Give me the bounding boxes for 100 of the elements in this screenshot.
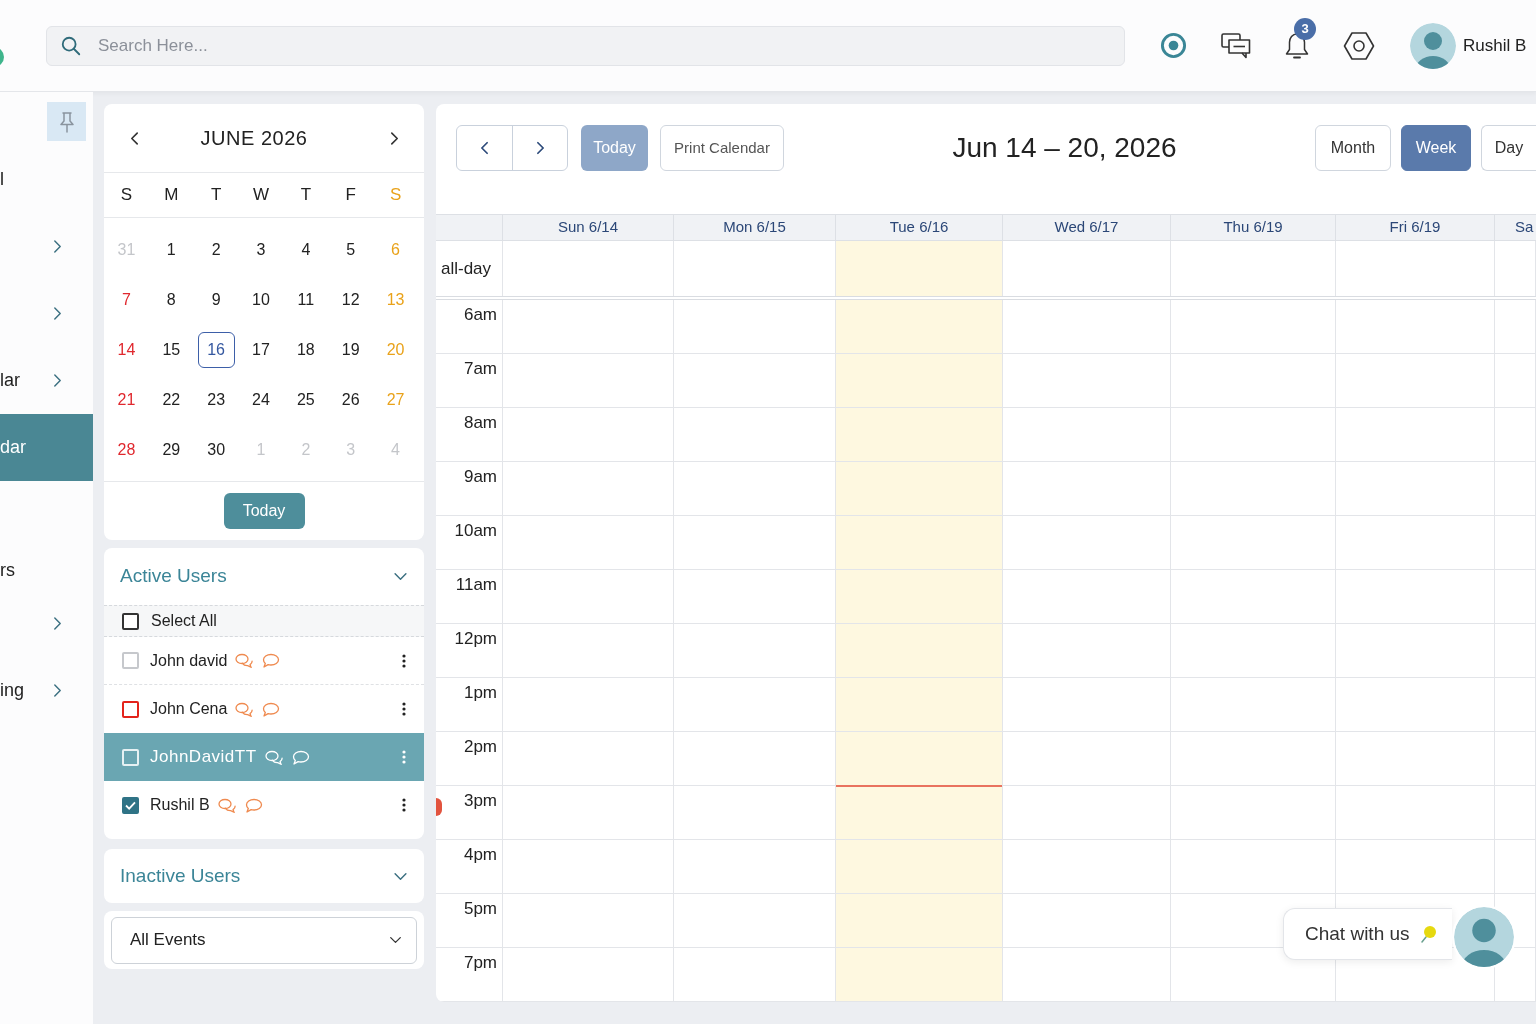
sidebar-link[interactable]: l <box>0 166 4 193</box>
calendar-day[interactable]: 9 <box>211 288 221 312</box>
calendar-day[interactable]: 16 <box>197 332 235 368</box>
time-label: 1pm <box>463 683 497 703</box>
search-field[interactable]: Search Here... <box>46 25 1125 66</box>
weekday-label: S <box>388 184 403 207</box>
more-options-icon[interactable] <box>402 798 406 812</box>
chat-bubble-icon[interactable] <box>262 701 281 717</box>
calendar-day[interactable]: 8 <box>166 288 176 312</box>
calendar-day[interactable]: 18 <box>296 338 315 362</box>
calendar-day[interactable]: 19 <box>341 338 360 362</box>
record-icon[interactable] <box>1160 32 1187 59</box>
chevron-down-icon <box>389 936 402 944</box>
avatar-icon[interactable] <box>1410 22 1456 69</box>
view-tab[interactable]: Day <box>1481 125 1536 171</box>
checkbox[interactable] <box>122 700 139 718</box>
chat-bubble-icon[interactable] <box>244 797 263 813</box>
chevron-right-icon <box>535 141 545 155</box>
section-title[interactable]: Inactive Users <box>120 861 241 891</box>
calendar-day[interactable]: 12 <box>341 288 360 312</box>
sidebar-item[interactable]: dar <box>0 414 93 481</box>
time-label: 3pm <box>463 791 497 811</box>
weekday-label: S <box>119 184 134 207</box>
chevron-left-icon <box>480 141 489 155</box>
section-title[interactable]: Active Users <box>120 562 227 591</box>
calendar-day[interactable]: 4 <box>301 238 311 262</box>
weekday-label: F <box>344 184 357 207</box>
checkbox[interactable] <box>122 612 139 630</box>
calendar-day[interactable]: 10 <box>252 288 270 312</box>
chevron-down-icon[interactable] <box>393 572 408 581</box>
notification-badge: 3 <box>1294 17 1316 40</box>
calendar-day[interactable]: 29 <box>162 438 181 462</box>
sidebar-link[interactable]: ing <box>0 677 25 704</box>
more-options-icon[interactable] <box>402 653 406 668</box>
chat-bubbles-icon[interactable] <box>217 797 236 813</box>
today-button: Today <box>581 125 648 171</box>
calendar-day[interactable]: 3 <box>256 238 266 262</box>
chat-bubble-icon[interactable] <box>262 653 281 668</box>
calendar-day[interactable]: 15 <box>162 338 181 362</box>
calendar-day[interactable]: 26 <box>341 388 360 412</box>
user-name[interactable]: Rushil B <box>1463 32 1527 59</box>
calendar-day[interactable]: 21 <box>117 388 136 412</box>
calendar-day[interactable]: 28 <box>117 438 136 462</box>
weekday-label: T <box>299 184 313 207</box>
weekday-label: M <box>163 184 180 207</box>
sidebar-link[interactable]: lar <box>0 367 20 394</box>
time-label: 11am <box>455 575 497 595</box>
avatar-icon[interactable] <box>1454 907 1514 967</box>
calendar-day[interactable]: 30 <box>207 438 226 462</box>
calendar-day[interactable]: 5 <box>346 238 356 262</box>
calendar-day[interactable]: 17 <box>252 338 270 362</box>
time-label: 8am <box>463 413 497 433</box>
column-header: Tue 6/16 <box>836 215 1003 240</box>
time-label: 2pm <box>463 737 497 757</box>
settings-icon[interactable] <box>1343 30 1375 61</box>
chevron-down-icon[interactable] <box>393 871 408 881</box>
today-button[interactable]: Today <box>223 493 305 529</box>
chevron-right-icon[interactable] <box>53 373 62 388</box>
chat-bubbles-icon[interactable] <box>264 749 283 765</box>
select-all-label[interactable]: Select All <box>151 609 217 633</box>
column-header: Fri 6/19 <box>1336 215 1495 240</box>
month-title: JUNE 2026 <box>199 126 309 151</box>
search-icon <box>60 34 82 57</box>
calendar-day[interactable]: 1 <box>166 238 176 262</box>
time-label: 5pm <box>463 899 497 919</box>
calendar-day[interactable]: 24 <box>252 388 270 412</box>
chevron-right-icon <box>389 130 399 146</box>
chat-bubbles-icon[interactable] <box>235 701 254 717</box>
messages-icon[interactable] <box>1220 31 1252 60</box>
chat-button[interactable]: Chat with us <box>1283 908 1452 960</box>
calendar-day[interactable]: 14 <box>117 338 136 362</box>
calendar-day[interactable]: 23 <box>207 388 226 412</box>
checkbox[interactable] <box>122 796 139 814</box>
calendar-day[interactable]: 7 <box>121 288 131 312</box>
chevron-right-icon[interactable] <box>53 616 62 631</box>
view-tab[interactable]: Week <box>1401 125 1471 171</box>
chevron-right-icon[interactable] <box>53 306 62 321</box>
all-day-label: all-day <box>441 257 492 280</box>
calendar-day[interactable]: 2 <box>211 238 221 262</box>
print-button[interactable]: Print Calendar <box>660 125 784 171</box>
event-filter-select[interactable]: All Events <box>111 916 417 964</box>
column-header: Wed 6/17 <box>1003 215 1171 240</box>
column-header: Thu 6/19 <box>1171 215 1336 240</box>
user-name[interactable]: John Cena <box>150 697 228 721</box>
user-name[interactable]: John david <box>150 648 228 673</box>
time-label: 7am <box>463 359 497 379</box>
chevron-left-icon <box>129 130 139 146</box>
calendar-day[interactable]: 11 <box>297 288 315 312</box>
user-name[interactable]: Rushil B <box>150 793 210 817</box>
calendar-day[interactable]: 22 <box>162 388 181 412</box>
view-tab[interactable]: Month <box>1315 125 1391 171</box>
weekday-label: T <box>209 184 223 207</box>
pin-icon <box>59 110 74 133</box>
chat-bubbles-icon[interactable] <box>235 653 254 668</box>
more-options-icon[interactable] <box>402 702 406 716</box>
calendar-day[interactable]: 25 <box>296 388 315 412</box>
chevron-right-icon[interactable] <box>53 239 62 254</box>
chevron-right-icon[interactable] <box>53 683 62 698</box>
time-label: 10am <box>454 521 497 541</box>
time-label: 6am <box>463 305 497 325</box>
